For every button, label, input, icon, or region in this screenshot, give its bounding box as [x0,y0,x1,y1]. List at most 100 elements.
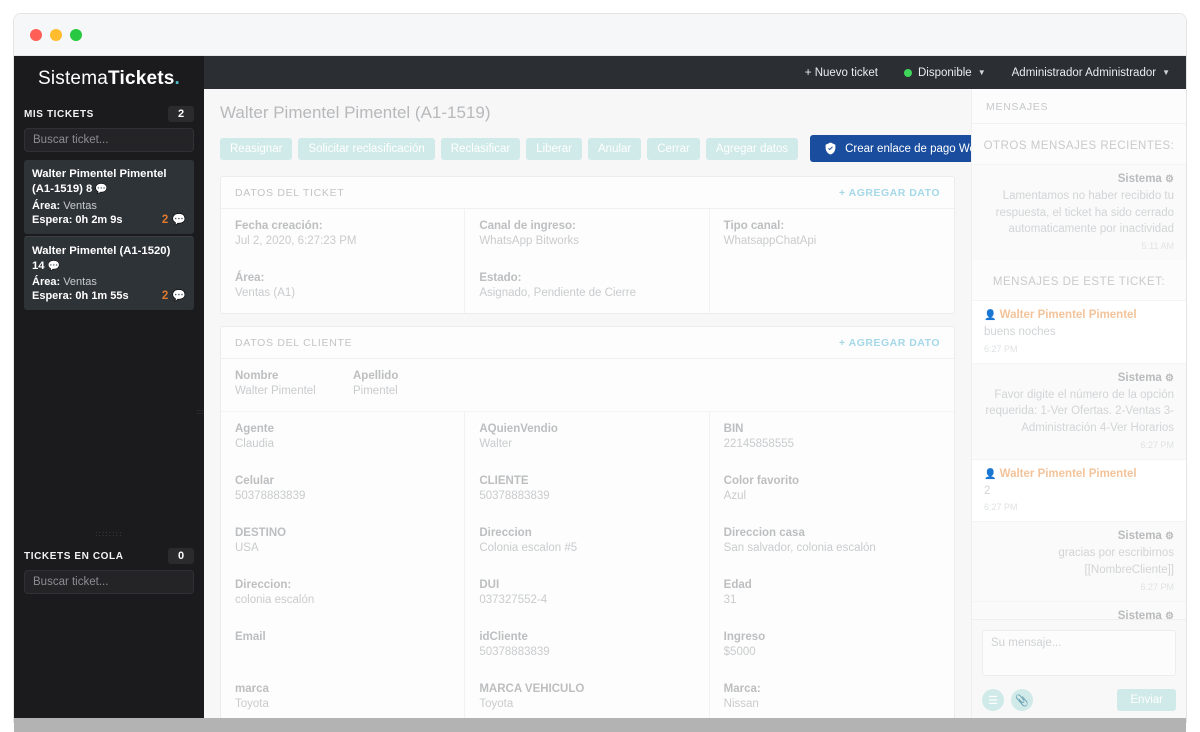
anular-button[interactable]: Anular [588,137,642,160]
hamburger-icon[interactable]: ☰ [982,689,1004,711]
brand-logo[interactable]: Sistema Tickets. [14,60,204,98]
ticket-wait-label: Espera: [32,290,73,302]
maximize-window-button[interactable] [70,28,82,41]
page-title: Walter Pimentel Pimentel (A1-1519) [220,103,491,122]
ticket-data-add-link[interactable]: + AGREGAR DATO [839,187,940,199]
message-time: 6:27 PM [1140,439,1174,450]
message-sender-name: Sistema [1117,371,1162,384]
field-label: Ingreso [723,631,766,643]
message-sender: Sistema ⚙ [984,372,1174,384]
minimize-window-button[interactable] [50,28,62,41]
ticket-detail-panel: Walter Pimentel Pimentel (A1-1519) Reasi… [204,89,971,722]
message-time: 6:27 PM [984,502,1018,513]
message-item: Sistema ⚙ Favor digite el número de la o… [972,362,1186,459]
client-data-card: DATOS DEL CLIENTE + AGREGAR DATO Nombre … [220,326,955,722]
liberar-button[interactable]: Liberar [526,137,582,160]
message-item: Sistema ⚙ el agente [[NombreAgenteActual… [972,600,1186,619]
field-destino: DESTINO USA [221,516,466,568]
my-tickets-search[interactable] [24,128,194,152]
messages-panel-title: MENSAJES [972,89,1186,124]
composer-toolbar: ☰ 📎 Enviar [982,689,1176,711]
message-input[interactable] [982,630,1176,676]
field-value: colonia escalón [235,594,315,606]
reasignar-button[interactable]: Reasignar [220,137,293,160]
field-direccion-2: Direccion: colonia escalón [221,568,466,620]
ticket-wait-value: 0h 2m 9s [75,213,123,226]
list-item[interactable]: Walter Pimentel (A1-1520) 14 💬 Área: Ven… [24,235,194,310]
client-data-title: DATOS DEL CLIENTE [235,337,353,349]
field-label: Celular [235,475,274,487]
client-data-grid: Agente Claudia AQuienVendio Walter BIN 2… [221,411,954,722]
chevron-down-icon: ▼ [1162,68,1170,77]
my-tickets-list: Walter Pimentel Pimentel (A1-1519) 8 💬 Á… [14,160,204,312]
message-time: 5:11 AM [1141,241,1174,252]
queue-search[interactable] [24,570,194,594]
field-label: BIN [723,423,744,435]
queue-count-badge: 0 [168,548,194,564]
field-cliente: CLIENTE 50378883839 [465,464,710,516]
cerrar-button[interactable]: Cerrar [647,137,700,160]
message-sender: Sistema ⚙ [984,610,1174,619]
queue-header: TICKETS EN COLA 0 [14,540,204,570]
field-value: WhatsappChatApi [723,235,817,247]
my-tickets-header: MIS TICKETS 2 [14,98,204,128]
ticket-area-label: Área: [32,199,61,212]
field-value: Jul 2, 2020, 6:27:23 PM [235,235,357,247]
my-tickets-search-input[interactable] [33,134,185,146]
queue-search-input[interactable] [33,576,185,588]
gear-icon: ⚙ [1165,610,1174,619]
message-composer: ☰ 📎 Enviar [972,619,1186,722]
ticket-area: Área: Ventas [32,200,186,212]
field-label: marca [235,683,269,695]
field-value: 31 [723,594,737,606]
paperclip-icon[interactable]: 📎 [1011,689,1033,711]
field-label: Color favorito [723,475,800,487]
field-email: Email [221,620,466,672]
new-ticket-button[interactable]: + Nuevo ticket [805,67,878,79]
messages-panel: MENSAJES OTROS MENSAJES RECIENTES: Siste… [971,89,1186,722]
messages-scroll[interactable]: OTROS MENSAJES RECIENTES: Sistema ⚙ Lame… [972,124,1186,619]
send-button[interactable]: Enviar [1117,689,1176,711]
crear-enlace-pago-wompi-button[interactable]: Crear enlace de pago Wompi [810,135,971,162]
field-label: Email [235,631,266,643]
field-value: Toyota [235,698,269,710]
person-icon: 👤 [984,468,997,480]
user-menu[interactable]: Administrador Administrador ▼ [1012,67,1170,79]
ticket-area-value: Ventas [63,199,97,212]
field-aquienvendio: AQuienVendio Walter [465,412,710,464]
field-value: WhatsApp Bitworks [479,235,580,247]
solicitar-reclasificacion-button[interactable]: Solicitar reclasificación [298,137,435,160]
ticket-wait-value: 0h 1m 55s [75,290,129,302]
field-value [724,275,940,289]
field-label: Edad [723,579,752,591]
availability-dropdown[interactable]: Disponible ▼ [904,67,986,79]
message-sender: 👤 Walter Pimentel Pimentel [984,468,1174,480]
field-marca-2: Marca: Nissan [710,672,954,722]
message-sender: Sistema ⚙ [984,530,1174,542]
ticket-data-grid: Fecha creación: Jul 2, 2020, 6:27:23 PM … [221,209,954,313]
message-sender-name: Walter Pimentel Pimentel [999,309,1137,322]
field-value: Colonia escalon #5 [479,542,578,554]
availability-label: Disponible [918,66,972,79]
field-value: Claudia [235,438,274,450]
ticket-title: Walter Pimentel (A1-1520) 14 💬 [32,244,186,275]
client-data-add-link[interactable]: + AGREGAR DATO [839,337,940,349]
list-item[interactable]: Walter Pimentel Pimentel (A1-1519) 8 💬 Á… [24,160,194,234]
field-value: Ventas (A1) [235,287,296,299]
close-window-button[interactable] [30,28,42,41]
other-recent-messages-title: OTROS MENSAJES RECIENTES: [983,140,1175,152]
field-direccion: Direccion Colonia escalon #5 [465,516,710,568]
message-text: buens noches [984,326,1056,339]
agregar-datos-button[interactable]: Agregar datos [705,137,799,160]
field-value: Walter [479,438,513,450]
field-apellido: Apellido Pimentel [339,359,954,411]
brand-dot: . [174,68,181,89]
bottom-scrollbar-strip[interactable] [14,718,1186,732]
field-value: USA [235,542,259,554]
message-item: 👤 Walter Pimentel Pimentel buens noches … [972,300,1186,363]
ticket-area-label: Área: [32,276,61,288]
chat-icon: 💬 [95,184,108,196]
sidebar-horizontal-resize-grip[interactable]: :::::::: [14,525,204,540]
reclasificar-button[interactable]: Reclasificar [440,137,521,160]
new-ticket-label: + Nuevo ticket [804,66,878,79]
